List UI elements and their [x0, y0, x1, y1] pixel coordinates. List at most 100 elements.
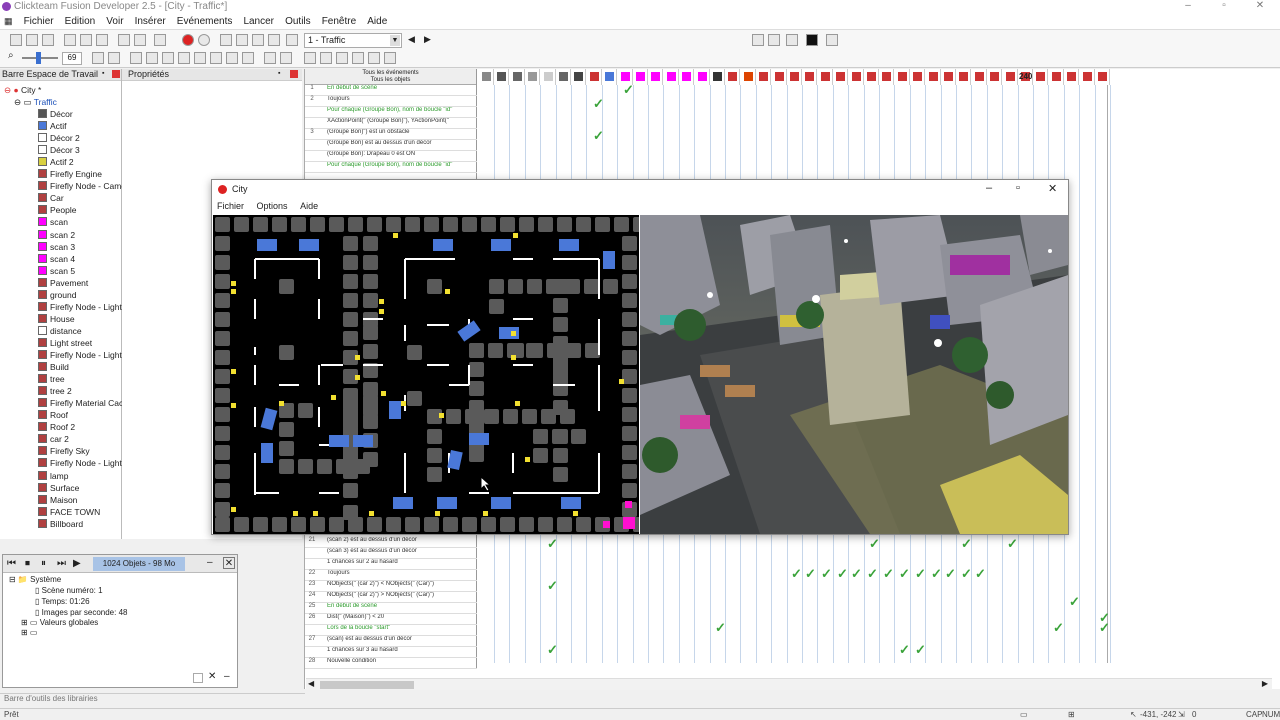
object-column-header[interactable]	[571, 69, 587, 85]
arrange-8-icon[interactable]	[242, 52, 254, 64]
arrange-2-icon[interactable]	[146, 52, 158, 64]
object-tree-item[interactable]: Firefly Sky	[38, 445, 90, 457]
arrange-4-icon[interactable]	[178, 52, 190, 64]
object-tree-item[interactable]: Firefly Engine	[38, 168, 102, 180]
object-tree-item[interactable]: ground	[38, 289, 76, 301]
play-icon[interactable]: ▶	[73, 558, 85, 570]
event-row[interactable]: 26 Dist(" (Maison)") < 20	[305, 614, 477, 625]
event-row[interactable]: 1 chances sur 2 au hasard	[305, 559, 477, 570]
object-column-header[interactable]	[633, 69, 648, 85]
menu-voir[interactable]: Voir	[102, 14, 127, 29]
object-column-header[interactable]	[910, 69, 926, 85]
object-column-header[interactable]	[926, 69, 941, 85]
object-tree-item[interactable]: Roof	[38, 409, 68, 421]
tree-app-node[interactable]: ⊖ ● City *	[4, 84, 41, 96]
object-column-header[interactable]	[710, 69, 725, 85]
cut-icon[interactable]	[64, 34, 76, 46]
traffic-maze-view[interactable]	[213, 215, 639, 534]
close-button[interactable]: ✕	[1242, 0, 1278, 11]
event-row[interactable]: 1 chances sur 3 au hasard	[305, 647, 477, 658]
city-game-window[interactable]: City – ▫ ✕ Fichier Options Aide	[211, 179, 1069, 535]
object-column-header[interactable]	[1064, 69, 1080, 85]
city-3d-view[interactable]	[640, 215, 1068, 534]
panel-close-icon[interactable]	[290, 70, 298, 78]
stop-debug-icon[interactable]: ⏹	[25, 558, 37, 570]
object-column-header[interactable]	[741, 69, 756, 85]
debugger-restore-icon[interactable]	[193, 673, 203, 683]
magnifier-icon[interactable]: ⌕	[8, 50, 14, 61]
event-row[interactable]: 27 (scan) est au dessus d'un décor	[305, 636, 477, 647]
event-check-icon[interactable]: ✓	[547, 643, 558, 656]
debugger-globals-node[interactable]: ⊞ ▭ Valeurs globales	[21, 618, 98, 627]
arrange-7-icon[interactable]	[226, 52, 238, 64]
open-file-icon[interactable]	[26, 34, 38, 46]
event-list-icon[interactable]	[268, 34, 280, 46]
city-menu-fichier[interactable]: Fichier	[212, 200, 249, 212]
debugger-empty-node[interactable]: ⊞ ▭	[21, 628, 37, 637]
city-close-button[interactable]: ✕	[1048, 182, 1057, 195]
city-menu-aide[interactable]: Aide	[295, 200, 323, 212]
event-row[interactable]: 1 En début de scène	[305, 85, 477, 96]
frame-selector[interactable]: 1 - Traffic ▼	[304, 33, 402, 48]
object-tree-item[interactable]: Pavement	[38, 277, 88, 289]
event-check-icon[interactable]: ✓	[961, 567, 972, 580]
menu-outils[interactable]: Outils	[281, 14, 315, 29]
object-tree-item[interactable]: Build	[38, 361, 69, 373]
object-tree-item[interactable]: Roof 2	[38, 421, 75, 433]
event-row[interactable]: 24 NObjects(" (car 2)") > NObjects(" (Car…	[305, 592, 477, 603]
object-tree-item[interactable]: Actif 2	[38, 156, 74, 168]
event-row[interactable]: Pour chaque (Groupe Bon), nom de boucle …	[305, 107, 477, 118]
event-check-icon[interactable]: ✓	[805, 567, 816, 580]
paste-icon[interactable]	[96, 34, 108, 46]
new-file-icon[interactable]	[10, 34, 22, 46]
redo-icon[interactable]	[134, 34, 146, 46]
event-editor-scrollbar[interactable]: ◀ ▶	[306, 678, 1272, 690]
object-tree-item[interactable]: People	[38, 204, 76, 216]
debugger-min-icon[interactable]: –	[224, 671, 230, 682]
event-row[interactable]: (Groupe Bon) est au dessus d'un décor	[305, 140, 477, 151]
pin-icon[interactable]: ▪	[102, 70, 104, 77]
debugger-close-button[interactable]: ✕	[223, 557, 235, 569]
object-tree-item[interactable]: Firefly Node - Light	[38, 457, 122, 469]
storyboard-icon[interactable]	[220, 34, 232, 46]
app-menu-icon[interactable]: ▦	[0, 14, 17, 29]
pause-icon[interactable]: ⏸	[41, 558, 53, 570]
arrange-5-icon[interactable]	[194, 52, 206, 64]
object-column-header[interactable]	[556, 69, 571, 85]
object-column-header[interactable]	[972, 69, 987, 85]
menu-edition[interactable]: Edition	[61, 14, 100, 29]
arrange-11-icon[interactable]	[304, 52, 316, 64]
object-tree-item[interactable]: Actif	[38, 120, 67, 132]
event-check-icon[interactable]: ✓	[1099, 621, 1110, 634]
event-check-icon[interactable]: ✓	[547, 537, 558, 550]
save-icon[interactable]	[42, 34, 54, 46]
object-tree-item[interactable]: Car	[38, 192, 64, 204]
menu-evenements[interactable]: Evénements	[173, 14, 237, 29]
object-column-header[interactable]	[879, 69, 895, 85]
data-elements-icon[interactable]	[286, 34, 298, 46]
object-tree-item[interactable]: Firefly Material Cach	[38, 397, 128, 409]
scroll-right-icon[interactable]: ▶	[1262, 679, 1268, 688]
pin-icon[interactable]: ▪	[278, 70, 280, 77]
debugger-minimize-button[interactable]: –	[207, 557, 213, 568]
event-row[interactable]: 25 En début de scène	[305, 603, 477, 614]
fill-black-icon[interactable]	[806, 34, 818, 46]
debugger-system-node[interactable]: ⊟ 📁 Système	[9, 575, 61, 584]
event-check-icon[interactable]: ✓	[791, 567, 802, 580]
event-check-icon[interactable]: ✓	[945, 567, 956, 580]
object-tree-item[interactable]: lamp	[38, 470, 68, 482]
grid-icon[interactable]	[826, 34, 838, 46]
object-tree-item[interactable]: Décor 3	[38, 144, 80, 156]
align-center-icon[interactable]	[768, 34, 780, 46]
arrange-15-icon[interactable]	[368, 52, 380, 64]
event-check-icon[interactable]: ✓	[1007, 537, 1018, 550]
object-tree-item[interactable]: Décor 2	[38, 132, 80, 144]
object-tree-item[interactable]: distance	[38, 325, 82, 337]
rewind-icon[interactable]: ⏮	[7, 558, 19, 570]
object-column-header[interactable]	[818, 69, 833, 85]
city-minimize-button[interactable]: –	[986, 182, 992, 194]
object-tree-item[interactable]: Firefly Node - Light	[38, 349, 122, 361]
arrange-12-icon[interactable]	[320, 52, 332, 64]
arrange-9-icon[interactable]	[264, 52, 276, 64]
record-icon[interactable]	[198, 34, 210, 46]
